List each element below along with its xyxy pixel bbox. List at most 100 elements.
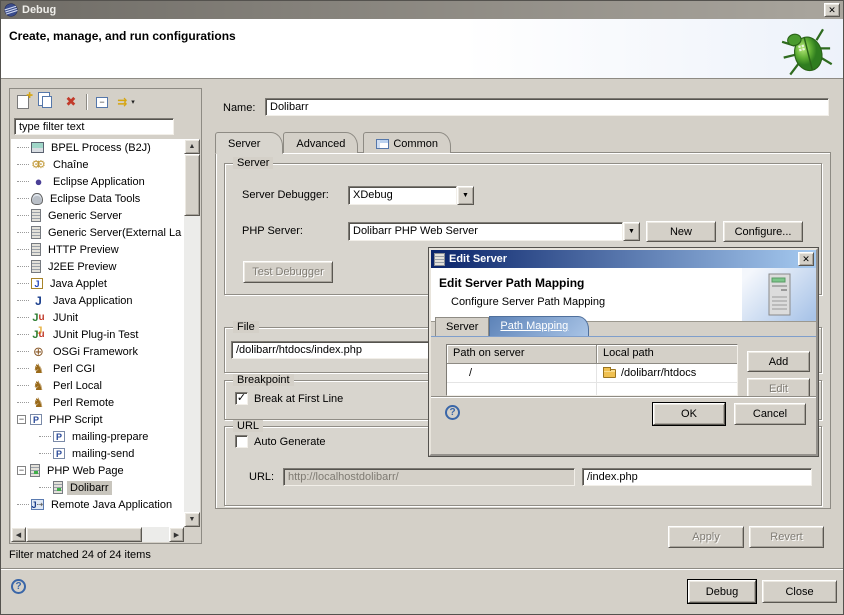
debug-button[interactable]: Debug	[688, 580, 756, 603]
php-server-label: PHP Server:	[242, 225, 303, 237]
close-icon: ✕	[802, 254, 810, 265]
check-icon: ✓	[237, 393, 246, 404]
close-button[interactable]: Close	[762, 580, 837, 603]
apply-button[interactable]: Apply	[668, 526, 744, 548]
footer-separator	[1, 568, 843, 569]
tree-vertical-scrollbar[interactable]: ▲ ▼	[184, 139, 200, 527]
dialog-footer: ? OK Cancel	[431, 396, 816, 454]
window-titlebar: Debug ✕	[1, 1, 843, 19]
dropdown-arrow-icon[interactable]: ▼	[457, 186, 474, 205]
new-server-button[interactable]: New	[646, 221, 716, 242]
table-row[interactable]: / /dolibarr/htdocs	[447, 364, 737, 383]
filter-input[interactable]	[14, 118, 174, 135]
tree-item-java-application[interactable]: Java Application	[11, 292, 184, 309]
tree-item-mailing-send[interactable]: mailing-send	[11, 445, 184, 462]
collapse-expander[interactable]: −	[17, 466, 26, 475]
banner-text: Create, manage, and run configurations	[9, 29, 236, 43]
server-icon	[31, 226, 41, 239]
database-icon	[31, 193, 43, 205]
scroll-up-icon: ▲	[189, 143, 196, 150]
osgi-icon	[31, 345, 46, 359]
web-server-icon	[53, 481, 63, 494]
cancel-button[interactable]: Cancel	[734, 403, 806, 425]
tree-item-mailing-prepare[interactable]: mailing-prepare	[11, 428, 184, 445]
tree-item-perl-remote[interactable]: Perl Remote	[11, 394, 184, 411]
tree-item-bpel-process[interactable]: BPEL Process (B2J)	[11, 139, 184, 156]
dialog-tab-path-mapping[interactable]: Path Mapping	[489, 316, 589, 336]
tree-item-chaine[interactable]: Chaîne	[11, 156, 184, 173]
tab-common[interactable]: Common	[363, 132, 451, 153]
url-label: URL:	[249, 471, 274, 483]
column-local-path[interactable]: Local path	[597, 345, 738, 364]
vertical-scroll-thumb[interactable]	[184, 154, 200, 216]
server-icon	[31, 209, 41, 222]
auto-generate-checkbox[interactable]	[235, 435, 248, 448]
breakpoint-group-title: Breakpoint	[233, 374, 294, 386]
revert-button[interactable]: Revert	[749, 526, 824, 548]
tree-item-remote-java-application[interactable]: Remote Java Application	[11, 496, 184, 513]
java-icon	[31, 294, 46, 308]
tree-item-generic-server[interactable]: Generic Server	[11, 207, 184, 224]
scroll-right-icon: ▶	[174, 531, 179, 539]
scroll-up-button[interactable]: ▲	[184, 139, 200, 154]
horizontal-scroll-thumb[interactable]	[26, 527, 142, 542]
add-mapping-button[interactable]: Add	[747, 351, 810, 372]
dialog-close-button[interactable]: ✕	[798, 252, 814, 266]
scroll-right-button[interactable]: ▶	[169, 527, 184, 542]
tree-item-junit-plugin-test[interactable]: JUnit Plug-in Test	[11, 326, 184, 343]
applet-icon	[31, 278, 43, 289]
dropdown-arrow-icon[interactable]: ▼	[623, 222, 640, 241]
tree-item-eclipse-application[interactable]: Eclipse Application	[11, 173, 184, 190]
test-debugger-button[interactable]: Test Debugger	[243, 261, 333, 283]
tab-advanced[interactable]: Advanced	[283, 132, 358, 153]
tree-item-eclipse-data-tools[interactable]: Eclipse Data Tools	[11, 190, 184, 207]
help-icon: ?	[15, 581, 21, 592]
duplicate-configuration-button[interactable]	[38, 94, 56, 110]
tree-item-dolibarr[interactable]: Dolibarr	[11, 479, 184, 496]
url-path-input[interactable]	[582, 468, 812, 486]
dialog-tab-server[interactable]: Server	[435, 317, 489, 336]
window-close-button[interactable]: ✕	[824, 3, 840, 17]
eclipse-logo-icon	[2, 1, 20, 19]
toolbar-separator	[86, 94, 87, 110]
server-tower-art	[742, 268, 816, 321]
tree-item-java-applet[interactable]: Java Applet	[11, 275, 184, 292]
eclipse-sphere-icon	[31, 175, 46, 189]
break-first-line-checkbox[interactable]: ✓	[235, 392, 248, 405]
table-icon	[376, 139, 389, 149]
tree-item-php-web-page[interactable]: −PHP Web Page	[11, 462, 184, 479]
filter-menu-button[interactable]: ⇉▾	[117, 94, 135, 110]
filter-icon: ⇉	[117, 95, 127, 109]
folder-icon	[603, 369, 616, 378]
tree-item-osgi-framework[interactable]: OSGi Framework	[11, 343, 184, 360]
scroll-down-button[interactable]: ▼	[184, 512, 200, 527]
junit-icon	[31, 311, 46, 325]
tree-item-generic-server-external[interactable]: Generic Server(External La	[11, 224, 184, 241]
name-input[interactable]	[265, 98, 829, 116]
help-button[interactable]: ?	[11, 579, 26, 594]
server-group-title: Server	[233, 157, 273, 169]
tree-item-perl-local[interactable]: Perl Local	[11, 377, 184, 394]
delete-configuration-button[interactable]	[62, 94, 80, 110]
dialog-help-button[interactable]: ?	[445, 405, 460, 420]
tree-item-junit[interactable]: JUnit	[11, 309, 184, 326]
tree-item-php-script[interactable]: −PHP Script	[11, 411, 184, 428]
ok-button[interactable]: OK	[653, 403, 725, 425]
new-config-icon	[17, 95, 29, 109]
new-configuration-button[interactable]	[14, 94, 32, 110]
column-path-on-server[interactable]: Path on server	[447, 345, 597, 364]
url-input[interactable]	[283, 468, 575, 486]
tab-server[interactable]: Server	[215, 132, 283, 154]
filter-status: Filter matched 24 of 24 items	[9, 549, 151, 561]
tree-item-perl-cgi[interactable]: Perl CGI	[11, 360, 184, 377]
tree-item-j2ee-preview[interactable]: J2EE Preview	[11, 258, 184, 275]
scroll-left-button[interactable]: ◀	[11, 527, 26, 542]
php-server-combo[interactable]: Dolibarr PHP Web Server ▼	[348, 222, 640, 241]
collapse-all-button[interactable]: −	[93, 94, 111, 110]
tree-item-http-preview[interactable]: HTTP Preview	[11, 241, 184, 258]
collapse-expander[interactable]: −	[17, 415, 26, 424]
configure-server-button[interactable]: Configure...	[723, 221, 803, 242]
gears-icon	[31, 158, 46, 172]
server-debugger-combo[interactable]: XDebug ▼	[348, 186, 474, 205]
tree-horizontal-scrollbar[interactable]: ◀ ▶	[11, 527, 184, 542]
